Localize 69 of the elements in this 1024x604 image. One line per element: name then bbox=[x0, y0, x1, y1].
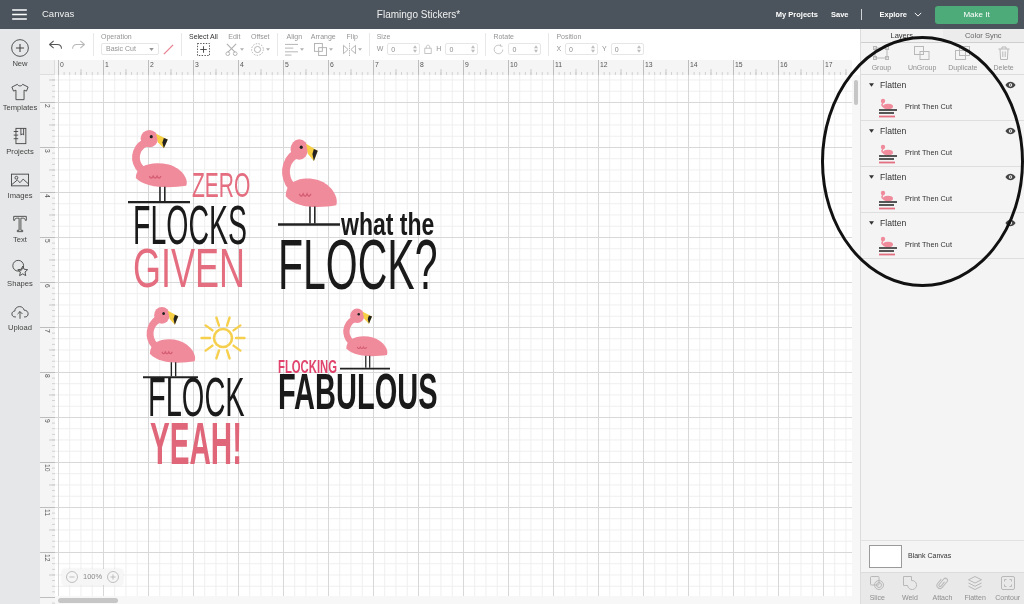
select-all-icon bbox=[196, 43, 210, 56]
ungroup-icon bbox=[914, 45, 931, 60]
cloud-upload-icon bbox=[11, 303, 29, 321]
design-text: what the bbox=[341, 213, 435, 236]
zoom-in-icon[interactable] bbox=[107, 571, 120, 583]
caret-down-icon[interactable] bbox=[869, 83, 874, 87]
rotate-icon[interactable] bbox=[493, 43, 505, 55]
notebook-icon bbox=[11, 127, 29, 145]
lock-icon[interactable] bbox=[424, 44, 433, 54]
chevron-down-icon bbox=[914, 12, 922, 17]
make-it-button[interactable]: Make It bbox=[935, 5, 1018, 24]
contour-icon bbox=[1000, 575, 1015, 590]
app-title: Canvas bbox=[42, 7, 75, 22]
plus-icon bbox=[11, 39, 29, 57]
spinner-icon[interactable] bbox=[591, 45, 596, 53]
scissors-icon bbox=[224, 43, 238, 56]
layers-icon bbox=[968, 575, 983, 590]
eye-icon[interactable] bbox=[1005, 219, 1016, 227]
scrollbar-thumb[interactable] bbox=[854, 80, 858, 105]
design-text: GIVEN bbox=[133, 248, 246, 289]
layer-group-row[interactable]: Flatten bbox=[861, 167, 1024, 187]
sun-icon bbox=[200, 315, 246, 361]
design-text: FLOCKS bbox=[133, 205, 248, 246]
spinner-icon[interactable] bbox=[471, 45, 476, 53]
caret-icon bbox=[149, 47, 154, 51]
flamingo-icon bbox=[878, 97, 898, 118]
arrange-icon bbox=[313, 43, 327, 56]
flamingo-icon bbox=[878, 235, 898, 256]
zoom-out-icon[interactable] bbox=[66, 571, 78, 583]
spinner-icon[interactable] bbox=[534, 45, 539, 53]
flamingo-icon bbox=[878, 189, 898, 210]
weld-icon bbox=[902, 575, 917, 590]
layer-group-row[interactable]: Flatten bbox=[861, 75, 1024, 95]
group-icon bbox=[873, 45, 890, 60]
letter-t-icon bbox=[11, 215, 29, 233]
swatch-icon[interactable] bbox=[869, 545, 902, 568]
duplicate-icon bbox=[955, 45, 971, 60]
spinner-icon[interactable] bbox=[413, 45, 418, 53]
spinner-icon[interactable] bbox=[636, 45, 641, 53]
design-text: ZERO bbox=[192, 172, 251, 198]
eye-icon[interactable] bbox=[1005, 127, 1016, 135]
eye-icon[interactable] bbox=[1005, 81, 1016, 89]
flamingo-icon bbox=[878, 143, 898, 164]
paperclip-icon bbox=[935, 575, 950, 590]
image-icon bbox=[11, 171, 29, 189]
shapes-icon bbox=[11, 259, 29, 277]
layer-group-row[interactable]: Flatten bbox=[861, 121, 1024, 141]
flamingo-drawing bbox=[340, 307, 390, 371]
offset-icon bbox=[250, 43, 264, 56]
slice-icon bbox=[870, 575, 885, 590]
pen-icon[interactable] bbox=[163, 43, 174, 55]
flip-icon bbox=[342, 43, 356, 56]
menu-icon[interactable] bbox=[12, 9, 27, 20]
align-icon bbox=[284, 43, 298, 56]
caret-down-icon[interactable] bbox=[869, 221, 874, 225]
trash-icon bbox=[997, 45, 1010, 60]
project-title: Flamingo Stickers* bbox=[376, 8, 461, 22]
design-text: FLOCK? bbox=[278, 241, 438, 292]
scrollbar-thumb[interactable] bbox=[58, 597, 118, 603]
design-text: FLOCK bbox=[148, 378, 245, 418]
undo-icon[interactable] bbox=[48, 39, 63, 50]
design-text: FABULOUS bbox=[278, 375, 438, 411]
eye-icon[interactable] bbox=[1005, 173, 1016, 181]
caret-down-icon[interactable] bbox=[869, 175, 874, 179]
caret-down-icon[interactable] bbox=[869, 129, 874, 133]
design-text: YEAH! bbox=[150, 422, 243, 465]
layer-group-row[interactable]: Flatten bbox=[861, 213, 1024, 233]
design-text: FLOCKING bbox=[278, 360, 337, 373]
t-shirt-icon bbox=[11, 83, 29, 101]
